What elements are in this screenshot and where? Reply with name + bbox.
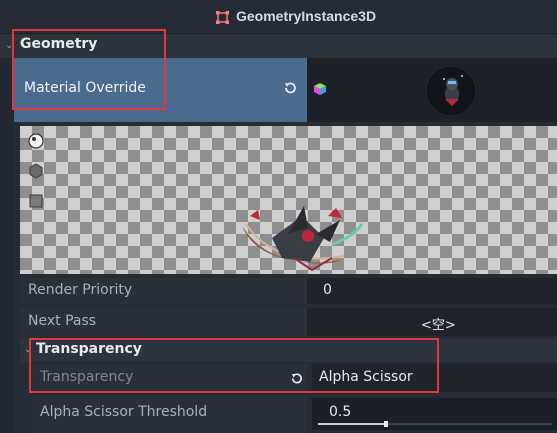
- alpha-scissor-threshold-label: Alpha Scissor Threshold: [40, 404, 208, 420]
- material-cube-icon: [314, 83, 326, 95]
- alpha-scissor-threshold-value[interactable]: 0.5: [329, 404, 351, 420]
- box-icon[interactable]: [26, 191, 46, 211]
- render-priority-label: Render Priority: [28, 282, 133, 298]
- sphere-icon[interactable]: [26, 131, 46, 151]
- alpha-scissor-slider-fill: [318, 423, 384, 425]
- inspector-class-title: GeometryInstance3D: [236, 8, 377, 24]
- render-priority-value[interactable]: 0: [323, 282, 332, 298]
- revert-icon[interactable]: [282, 80, 298, 96]
- alpha-scissor-slider-grabber[interactable]: [384, 421, 388, 427]
- highlight-box-material-override: [12, 29, 166, 110]
- hexagon-icon[interactable]: [26, 161, 46, 181]
- highlight-box-transparency: [29, 338, 439, 393]
- render-priority-field[interactable]: [307, 278, 557, 304]
- preview-mesh-image: [242, 206, 364, 272]
- material-preview-thumbnail[interactable]: [424, 64, 478, 118]
- next-pass-label: Next Pass: [28, 313, 97, 329]
- geometry-node-icon: [216, 11, 229, 24]
- next-pass-value[interactable]: <空>: [421, 314, 456, 333]
